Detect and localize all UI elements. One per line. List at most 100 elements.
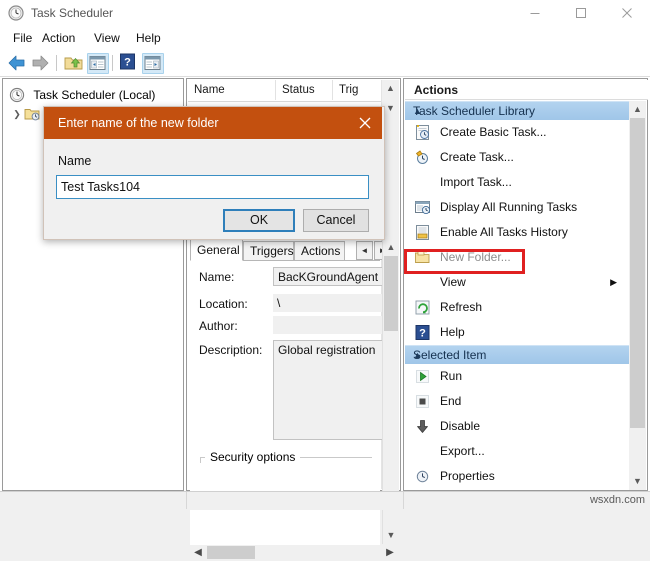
disable-icon <box>414 418 431 435</box>
dialog-body: Name OK Cancel <box>44 139 382 237</box>
label-description: Description: <box>199 343 263 357</box>
toolbar: ? <box>0 50 650 77</box>
detail-scroll-up-icon[interactable]: ▲ <box>383 239 399 256</box>
actions-group-task-scheduler-library[interactable]: Task Scheduler Library ▲ <box>405 101 631 122</box>
help-icon[interactable]: ? <box>119 53 141 74</box>
column-header-triggers[interactable]: Trig <box>333 80 383 100</box>
action-label: View <box>440 275 466 289</box>
folder-name-input[interactable] <box>56 175 369 199</box>
create-task-icon <box>414 149 431 166</box>
toolbar-separator-2 <box>112 55 113 71</box>
action-help[interactable]: ? Help <box>405 320 631 346</box>
action-export[interactable]: Export... <box>405 439 631 465</box>
new-folder-dialog: Enter name of the new folder Name OK Can… <box>43 106 385 240</box>
window-title: Task Scheduler <box>31 6 114 20</box>
action-label: Enable All Tasks History <box>440 225 568 239</box>
action-label: Help <box>440 325 465 339</box>
tree-item-task-scheduler-local[interactable]: Task Scheduler (Local) <box>9 86 155 104</box>
clock-icon <box>8 5 24 21</box>
action-properties[interactable]: Properties <box>405 464 631 489</box>
action-refresh[interactable]: Refresh <box>405 295 631 321</box>
action-end[interactable]: End <box>405 389 631 415</box>
refresh-icon <box>414 299 431 316</box>
action-import-task[interactable]: Import Task... <box>405 170 631 196</box>
value-description: Global registration <box>273 340 383 440</box>
actions-scroll-up-icon[interactable]: ▲ <box>629 101 646 118</box>
close-button[interactable] <box>604 0 650 26</box>
menu-action[interactable]: Action <box>37 30 80 47</box>
menu-file[interactable]: File <box>8 30 37 47</box>
actions-group-selected-item[interactable]: Selected Item ▲ <box>405 345 631 366</box>
action-create-task[interactable]: Create Task... <box>405 145 631 171</box>
toolbar-separator-1 <box>56 55 57 71</box>
action-new-folder[interactable]: New Folder... <box>405 245 631 271</box>
dialog-close-button[interactable] <box>348 107 382 139</box>
enable-history-icon <box>414 224 431 241</box>
show-console-tree-icon[interactable] <box>87 53 109 74</box>
action-label: New Folder... <box>440 250 511 264</box>
actions-pane-title: Actions <box>405 80 648 100</box>
detail-scroll-down-icon[interactable]: ▼ <box>383 527 399 544</box>
action-label: Display All Running Tasks <box>440 200 578 214</box>
action-view[interactable]: View ▶ <box>405 270 631 296</box>
hscroll-right-icon[interactable]: ▶ <box>382 545 398 561</box>
folder-clock-icon <box>24 106 40 122</box>
action-enable-all-tasks-history[interactable]: Enable All Tasks History <box>405 220 631 246</box>
tab-general[interactable]: General <box>190 239 243 261</box>
label-security-options: Security options <box>207 450 299 464</box>
watermark: wsxdn.com <box>589 494 645 506</box>
action-label: Run <box>440 369 463 383</box>
actions-pane-scrollbar[interactable]: ▲ ▼ <box>629 101 646 490</box>
value-location: \ <box>273 294 383 312</box>
new-folder-icon <box>414 249 431 266</box>
detail-scroll-thumb[interactable] <box>384 256 398 331</box>
minimize-button[interactable] <box>512 0 558 26</box>
action-label: Refresh <box>440 300 483 314</box>
column-header-status[interactable]: Status <box>276 80 333 100</box>
tab-actions[interactable]: Actions <box>294 241 345 261</box>
back-arrow-icon[interactable] <box>6 53 28 74</box>
dialog-ok-button[interactable]: OK <box>223 209 295 232</box>
actions-scroll-thumb[interactable] <box>630 118 645 428</box>
group-line-right <box>300 457 372 458</box>
status-cell-1 <box>0 492 187 509</box>
action-label: Create Basic Task... <box>440 125 547 139</box>
tab-scroll-left-icon[interactable]: ◄ <box>356 241 373 260</box>
column-header-name[interactable]: Name <box>188 80 276 100</box>
display-running-tasks-icon <box>414 199 431 216</box>
task-list-header: Name Status Trig <box>188 80 383 102</box>
status-cell-2 <box>186 492 404 509</box>
actions-scroll-down-icon[interactable]: ▼ <box>629 473 646 490</box>
scroll-up-arrow-icon[interactable]: ▲ <box>382 80 399 97</box>
detail-horizontal-scrollbar[interactable]: ◀ ▶ <box>190 545 398 561</box>
clock-icon <box>9 87 25 103</box>
run-icon <box>414 368 431 385</box>
create-basic-task-icon <box>414 124 431 141</box>
action-create-basic-task[interactable]: Create Basic Task... <box>405 120 631 146</box>
maximize-button[interactable] <box>558 0 604 26</box>
action-run[interactable]: Run <box>405 364 631 390</box>
up-folder-icon[interactable] <box>63 53 85 74</box>
tree-expander-library[interactable]: ❯ <box>11 105 23 123</box>
general-tab-panel: Name: BacKGroundAgent Location: \ Author… <box>190 260 383 561</box>
menu-view[interactable]: View <box>89 30 125 47</box>
hscroll-left-icon[interactable]: ◀ <box>190 545 206 561</box>
chevron-up-icon[interactable]: ▲ <box>413 102 623 120</box>
menu-help[interactable]: Help <box>131 30 166 47</box>
svg-text:?: ? <box>124 57 131 69</box>
hscroll-thumb[interactable] <box>207 546 255 559</box>
forward-arrow-icon[interactable] <box>30 53 52 74</box>
action-label: End <box>440 394 462 408</box>
tree-item-label: Task Scheduler (Local) <box>33 88 156 102</box>
action-display-all-running-tasks[interactable]: Display All Running Tasks <box>405 195 631 221</box>
chevron-up-icon[interactable]: ▲ <box>413 346 623 364</box>
value-name: BacKGroundAgent <box>273 267 383 286</box>
end-icon <box>414 393 431 410</box>
action-label: Create Task... <box>440 150 514 164</box>
action-disable[interactable]: Disable <box>405 414 631 440</box>
action-label: Export... <box>440 444 485 458</box>
dialog-cancel-button[interactable]: Cancel <box>303 209 369 232</box>
show-action-pane-icon[interactable] <box>142 53 164 74</box>
menu-bar: File Action View Help <box>0 26 650 50</box>
tab-triggers[interactable]: Triggers <box>243 241 294 261</box>
